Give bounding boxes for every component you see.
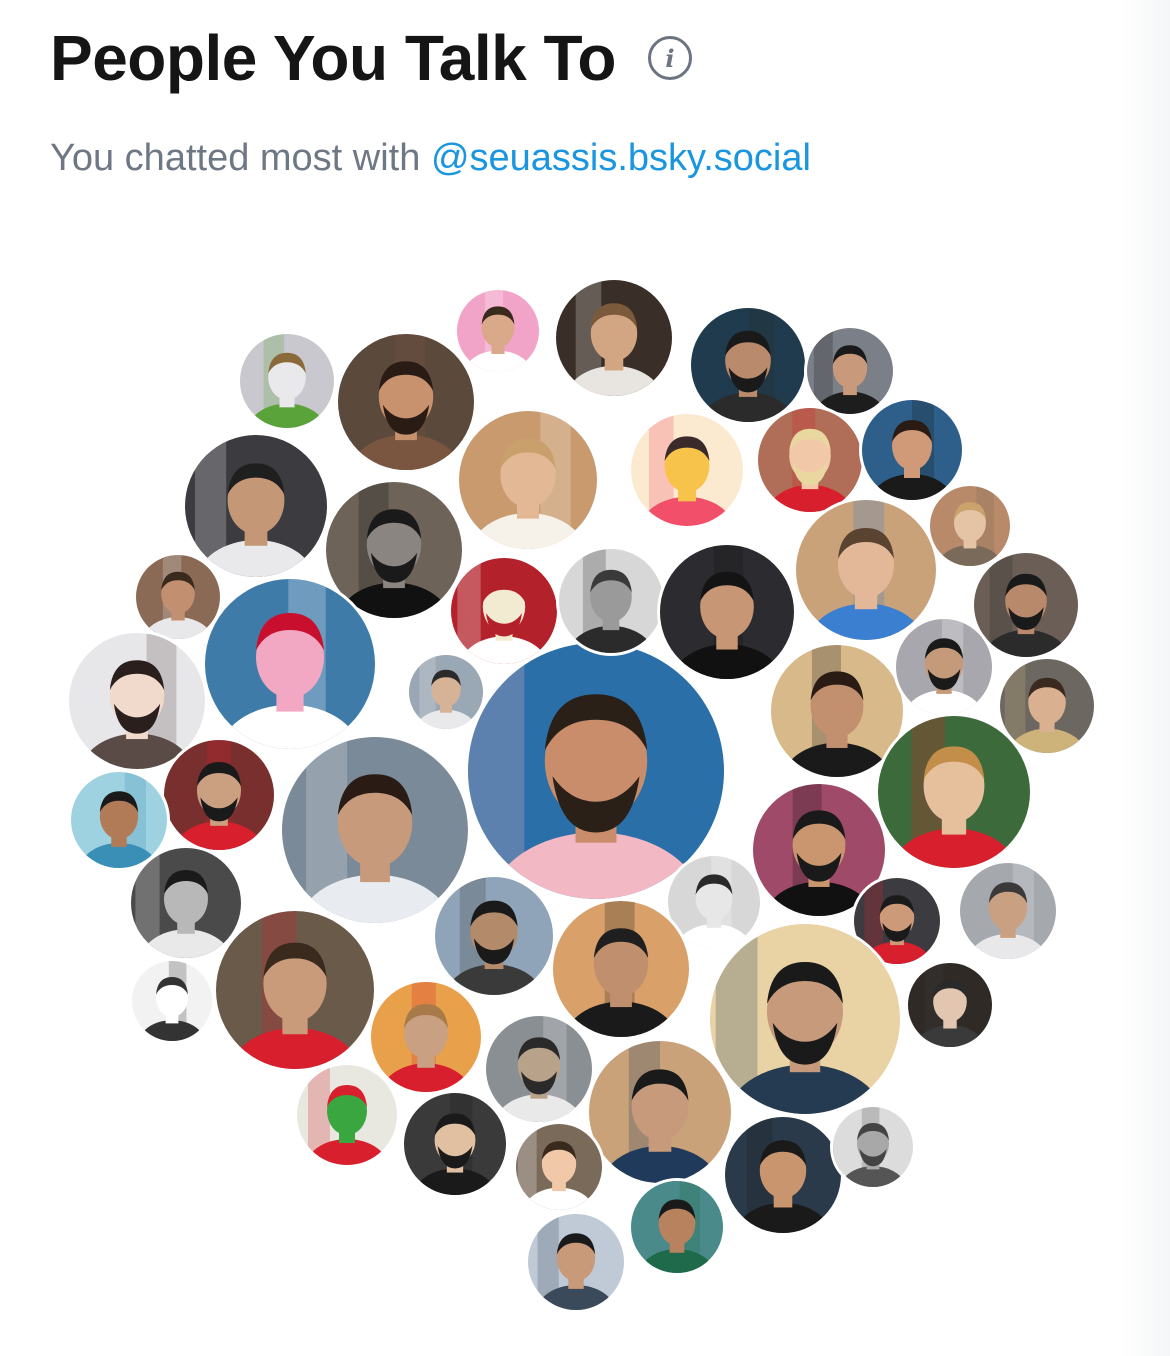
- contact-avatar[interactable]: [409, 655, 483, 729]
- contact-avatar[interactable]: [908, 963, 992, 1047]
- contact-avatar[interactable]: [796, 500, 936, 640]
- contact-bubble-cloud: [0, 0, 1170, 1356]
- contact-avatar[interactable]: [131, 848, 241, 958]
- contact-avatar[interactable]: [960, 863, 1056, 959]
- contact-avatar[interactable]: [516, 1124, 602, 1210]
- contact-avatar[interactable]: [725, 1117, 841, 1233]
- contact-avatar[interactable]: [71, 772, 167, 868]
- contact-avatar[interactable]: [297, 1065, 397, 1165]
- contact-avatar[interactable]: [691, 308, 805, 422]
- contact-avatar[interactable]: [338, 334, 474, 470]
- contact-avatar[interactable]: [589, 1041, 731, 1183]
- contact-avatar[interactable]: [896, 619, 992, 715]
- contact-avatar[interactable]: [404, 1093, 506, 1195]
- contact-avatar[interactable]: [326, 482, 462, 618]
- contact-avatar[interactable]: [878, 716, 1030, 868]
- contact-avatar[interactable]: [974, 553, 1078, 657]
- contact-avatar[interactable]: [528, 1214, 624, 1310]
- contact-avatar[interactable]: [556, 280, 672, 396]
- contact-avatar[interactable]: [205, 579, 375, 749]
- contact-avatar[interactable]: [807, 328, 893, 414]
- contact-avatar[interactable]: [451, 558, 557, 664]
- contact-avatar[interactable]: [1000, 659, 1094, 753]
- top-contact-avatar[interactable]: [468, 643, 724, 899]
- contact-avatar[interactable]: [553, 901, 689, 1037]
- contact-avatar[interactable]: [164, 740, 274, 850]
- contact-avatar[interactable]: [486, 1016, 592, 1122]
- contact-avatar[interactable]: [930, 486, 1010, 566]
- contact-avatar[interactable]: [758, 408, 862, 512]
- people-you-talk-to-page: People You Talk To i You chatted most wi…: [0, 0, 1170, 1356]
- contact-avatar[interactable]: [862, 400, 962, 500]
- contact-avatar[interactable]: [660, 545, 794, 679]
- contact-avatar[interactable]: [136, 555, 220, 639]
- contact-avatar[interactable]: [668, 856, 760, 948]
- contact-avatar[interactable]: [371, 982, 481, 1092]
- contact-avatar[interactable]: [631, 1181, 723, 1273]
- contact-avatar[interactable]: [69, 633, 205, 769]
- contact-avatar[interactable]: [240, 334, 334, 428]
- contact-avatar[interactable]: [559, 549, 663, 653]
- contact-avatar[interactable]: [435, 877, 553, 995]
- contact-avatar[interactable]: [833, 1107, 913, 1187]
- contact-avatar[interactable]: [459, 411, 597, 549]
- contact-avatar[interactable]: [132, 961, 212, 1041]
- contact-avatar[interactable]: [185, 435, 327, 577]
- contact-avatar[interactable]: [216, 911, 374, 1069]
- contact-avatar[interactable]: [457, 290, 539, 372]
- contact-avatar[interactable]: [771, 645, 903, 777]
- contact-avatar[interactable]: [631, 414, 743, 526]
- contact-avatar[interactable]: [710, 924, 900, 1114]
- contact-avatar[interactable]: [282, 737, 468, 923]
